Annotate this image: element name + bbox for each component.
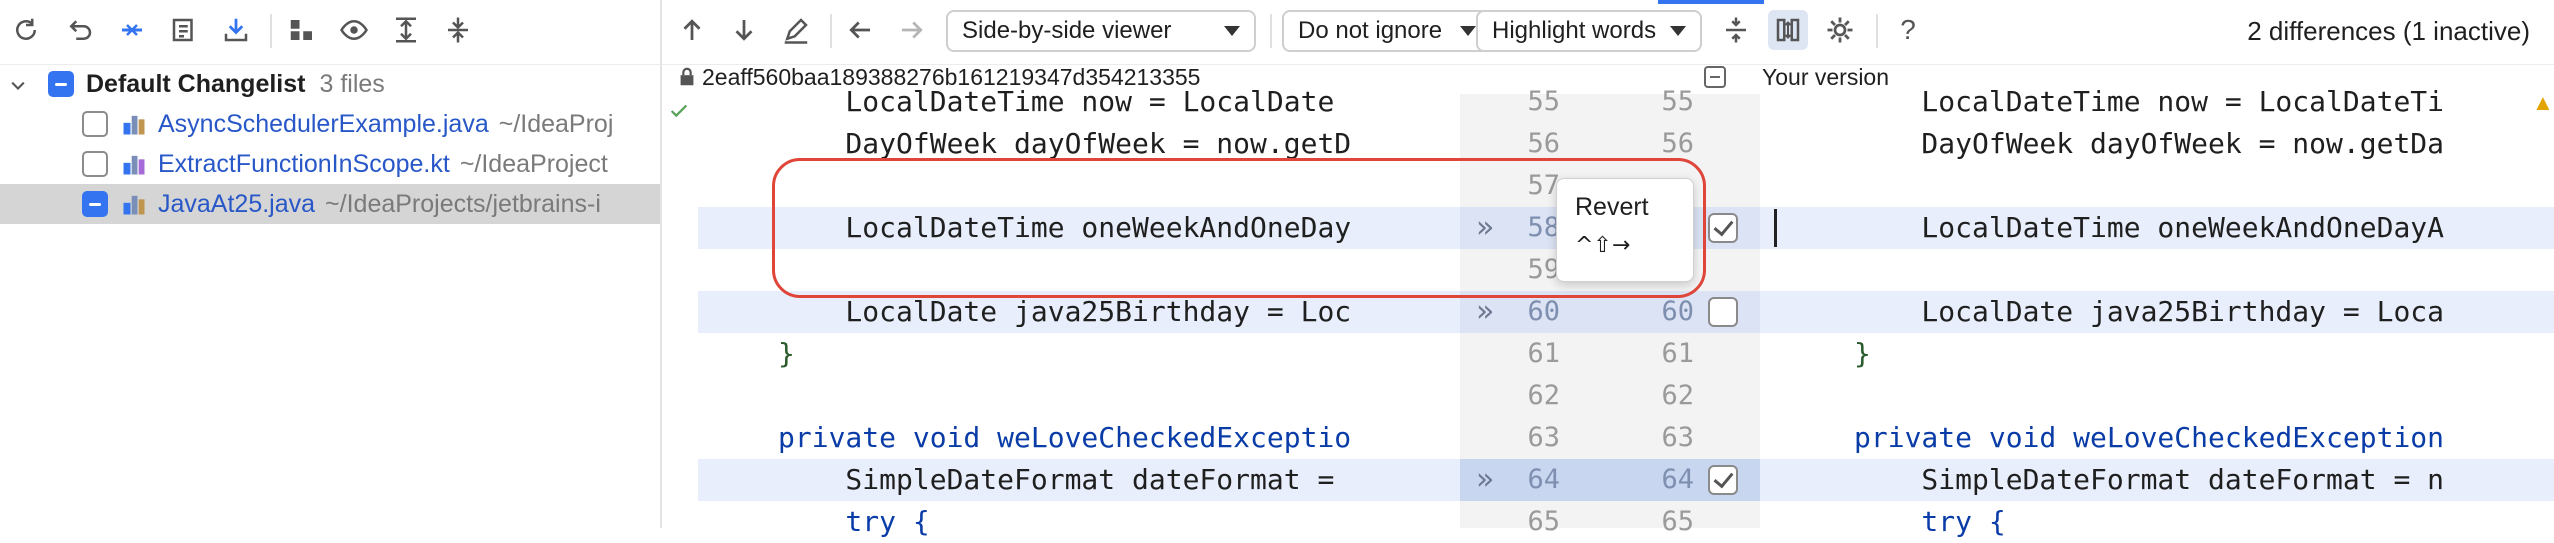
shelve-icon[interactable]: [112, 10, 152, 50]
code-line[interactable]: try {: [1854, 501, 2554, 543]
file-name: AsyncSchedulerExample.java: [158, 109, 489, 138]
code-line[interactable]: try {: [778, 501, 1460, 543]
line-number: 63: [1527, 422, 1560, 453]
line-number: 65: [1661, 506, 1694, 537]
commit-icon[interactable]: [164, 10, 204, 50]
arrow-right-icon[interactable]: [892, 10, 932, 50]
file-row-selected[interactable]: JavaAt25.java ~/IdeaProjects/jetbrains-i: [0, 184, 660, 224]
edit-icon[interactable]: [776, 10, 816, 50]
line-number: 61: [1661, 338, 1694, 369]
expand-all-icon[interactable]: [386, 10, 426, 50]
code-line[interactable]: SimpleDateFormat dateFormat =: [778, 459, 1460, 501]
line-number: 64: [1527, 464, 1560, 495]
code-line[interactable]: LocalDateTime oneWeekAndOneDayA: [1854, 207, 2554, 249]
line-number: 62: [1661, 380, 1694, 411]
file-path: ~/IdeaProject: [459, 149, 608, 178]
changes-toolbar: [0, 0, 660, 65]
code-line[interactable]: }: [1854, 333, 2554, 375]
changelist-row[interactable]: Default Changelist 3 files: [0, 64, 660, 104]
code-line[interactable]: [778, 375, 1460, 417]
highlight-dropdown-value: Highlight words: [1492, 17, 1657, 44]
highlight-dropdown[interactable]: Highlight words: [1476, 10, 1702, 52]
code-line[interactable]: private void weLoveCheckedExceptio: [778, 417, 1460, 459]
include-change-checkbox[interactable]: [1708, 297, 1738, 327]
code-line[interactable]: LocalDate java25Birthday = Loca: [1854, 291, 2554, 333]
arrow-down-icon[interactable]: [724, 10, 764, 50]
file-checkbox[interactable]: [82, 151, 108, 177]
changelist-name: Default Changelist: [86, 69, 306, 98]
kotlin-file-icon: [120, 150, 148, 178]
file-path: ~/IdeaProj: [498, 109, 614, 138]
line-number: 63: [1661, 422, 1694, 453]
ignore-dropdown[interactable]: Do not ignore: [1282, 10, 1492, 52]
chevron-down-icon: [1460, 26, 1476, 36]
changes-panel: Default Changelist 3 files AsyncSchedule…: [0, 0, 662, 528]
lock-icon: [676, 66, 698, 94]
changelist-checkbox[interactable]: [48, 71, 74, 97]
changelist-count: 3 files: [319, 69, 385, 98]
include-change-checkbox[interactable]: [1708, 465, 1738, 495]
file-path: ~/IdeaProjects/jetbrains-i: [325, 189, 601, 218]
chevron-down-icon[interactable]: [8, 74, 28, 94]
gear-icon[interactable]: [1820, 10, 1860, 50]
code-line[interactable]: LocalDateTime now = LocalDate: [778, 81, 1460, 123]
collapse-icon[interactable]: [1704, 66, 1726, 88]
active-tab-indicator: [1658, 0, 1764, 4]
viewer-dropdown-value: Side-by-side viewer: [962, 17, 1172, 44]
line-number: 62: [1527, 380, 1560, 411]
line-number: 55: [1527, 86, 1560, 117]
line-number: 55: [1661, 86, 1694, 117]
file-checkbox[interactable]: [82, 191, 108, 217]
eye-icon[interactable]: [334, 10, 374, 50]
include-change-checkbox[interactable]: [1708, 213, 1738, 243]
viewer-dropdown[interactable]: Side-by-side viewer: [946, 10, 1256, 52]
chevron-down-icon: [1670, 26, 1686, 36]
file-name: ExtractFunctionInScope.kt: [158, 149, 450, 178]
file-row[interactable]: ExtractFunctionInScope.kt ~/IdeaProject: [0, 144, 660, 184]
code-line[interactable]: }: [778, 333, 1460, 375]
file-name: JavaAt25.java: [158, 189, 316, 218]
differences-status: 2 differences (1 inactive): [2247, 16, 2530, 46]
update-icon[interactable]: [216, 10, 256, 50]
java-file-icon: [120, 190, 148, 218]
code-line[interactable]: [1854, 249, 2554, 291]
code-line[interactable]: SimpleDateFormat dateFormat = n: [1854, 459, 2554, 501]
collapse-all-icon[interactable]: [438, 10, 478, 50]
refresh-icon[interactable]: [6, 10, 46, 50]
arrow-up-icon[interactable]: [672, 10, 712, 50]
text-caret: [1774, 209, 1777, 247]
code-line[interactable]: LocalDateTime now = LocalDateTi: [1854, 81, 2554, 123]
check-icon: [668, 100, 690, 127]
sync-scroll-icon[interactable]: [1768, 10, 1808, 50]
warning-icon: ▲: [2532, 90, 2554, 115]
file-checkbox[interactable]: [82, 111, 108, 137]
chevron-down-icon: [1224, 26, 1240, 36]
revert-arrow-icon[interactable]: »: [1476, 294, 1494, 329]
code-line[interactable]: [1854, 165, 2554, 207]
line-number: 64: [1661, 464, 1694, 495]
line-number: 61: [1527, 338, 1560, 369]
code-line[interactable]: [1854, 375, 2554, 417]
java-file-icon: [120, 110, 148, 138]
line-number: 65: [1527, 506, 1560, 537]
highlight-annotation: [772, 158, 1706, 298]
arrow-left-icon[interactable]: [840, 10, 880, 50]
help-button[interactable]: ?: [1888, 10, 1928, 50]
diff-toolbar: Side-by-side viewer Do not ignore Highli…: [662, 0, 2554, 65]
group-by-icon[interactable]: [282, 10, 322, 50]
file-row[interactable]: AsyncSchedulerExample.java ~/IdeaProj: [0, 104, 660, 144]
ignore-dropdown-value: Do not ignore: [1298, 17, 1443, 44]
revert-arrow-icon[interactable]: »: [1476, 462, 1494, 497]
collapse-unchanged-icon[interactable]: [1716, 10, 1756, 50]
code-line[interactable]: DayOfWeek dayOfWeek = now.getDa: [1854, 123, 2554, 165]
rollback-icon[interactable]: [60, 10, 100, 50]
code-line[interactable]: private void weLoveCheckedException: [1854, 417, 2554, 459]
